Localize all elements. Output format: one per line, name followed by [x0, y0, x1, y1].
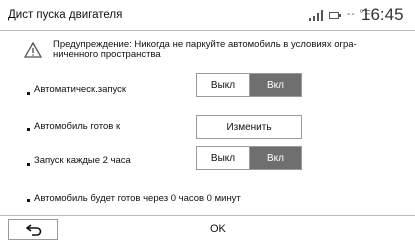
- page-title: Дист пуска двигателя: [8, 9, 123, 21]
- warning-text: Предупреждение: Никогда не паркуйте авто…: [53, 40, 413, 60]
- footer-bar: OK: [0, 215, 415, 242]
- every-2h-label: Запуск каждые 2 часа: [34, 155, 131, 166]
- change-button[interactable]: Изменить: [196, 115, 302, 139]
- bullet: [27, 199, 30, 202]
- bullet: [27, 92, 30, 95]
- battery-icon: [329, 12, 341, 19]
- clock: 16:45: [361, 5, 404, 24]
- every-2h-toggle[interactable]: Выкл Вкл: [196, 146, 302, 170]
- every-2h-off-option[interactable]: Выкл: [197, 147, 249, 169]
- ready-at-label: Автомобиль готов к: [34, 121, 121, 132]
- auto-start-off-option[interactable]: Выкл: [197, 74, 249, 96]
- auto-start-on-option[interactable]: Вкл: [249, 74, 301, 96]
- ready-info-text: Автомобиль будет готов через 0 часов 0 м…: [34, 193, 241, 204]
- auto-start-label: Автоматическ.запуск: [34, 84, 127, 95]
- signal-icon: [309, 10, 325, 21]
- bullet: [27, 163, 30, 166]
- every-2h-on-option[interactable]: Вкл: [249, 147, 301, 169]
- bullet: [27, 128, 30, 131]
- status-bar: Дист пуска двигателя -- °F 16:45: [0, 0, 415, 31]
- auto-start-toggle[interactable]: Выкл Вкл: [196, 73, 302, 97]
- warning-icon: [24, 42, 42, 58]
- back-arrow-icon: [26, 224, 42, 236]
- back-button[interactable]: [8, 219, 58, 240]
- ok-button[interactable]: OK: [210, 223, 226, 235]
- warning-line-2: ниченного пространства: [53, 49, 161, 60]
